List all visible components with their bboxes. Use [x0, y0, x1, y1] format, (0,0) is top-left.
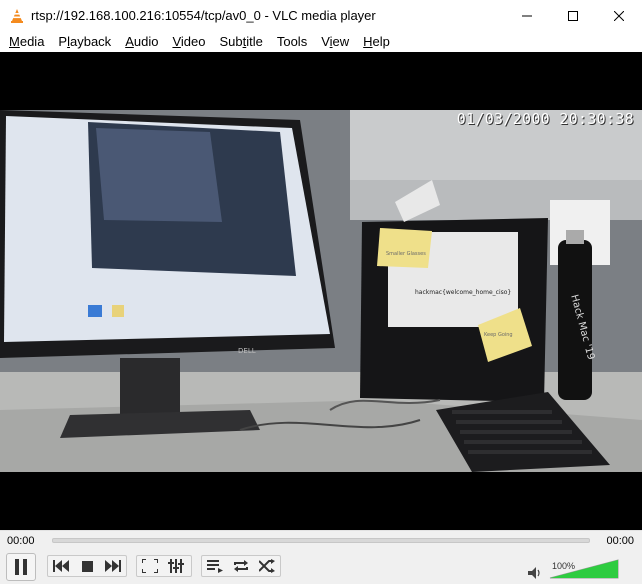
menu-item-tools[interactable]: Tools: [270, 31, 314, 52]
maximize-button[interactable]: [550, 0, 596, 31]
playlist-button[interactable]: [203, 555, 227, 577]
menu-accelerator: V: [172, 34, 181, 49]
camera-scene: DELL hackmac{welcome_home_ciso} Smaller …: [0, 110, 642, 472]
sticky-note-2: Keep Going: [484, 332, 513, 338]
random-button[interactable]: [255, 555, 279, 577]
elapsed-time[interactable]: 00:00: [7, 535, 35, 547]
loop-icon: [234, 560, 248, 572]
speaker-icon[interactable]: [528, 567, 542, 579]
menu-accelerator: i: [329, 34, 333, 49]
vlc-cone-icon: [11, 8, 23, 23]
sticky-note-1: Smaller Glasses: [386, 251, 426, 257]
menu-item-help[interactable]: Help: [356, 31, 397, 52]
previous-button[interactable]: [49, 555, 73, 577]
fullscreen-icon: [142, 559, 158, 573]
maximize-icon: [568, 10, 578, 21]
menu-accelerator: H: [363, 34, 373, 49]
shuffle-icon: [259, 559, 275, 573]
video-frame: DELL hackmac{welcome_home_ciso} Smaller …: [0, 110, 642, 472]
video-area[interactable]: DELL hackmac{welcome_home_ciso} Smaller …: [0, 52, 642, 530]
pause-icon: [15, 559, 27, 575]
menu-accelerator: A: [125, 34, 134, 49]
volume-slider[interactable]: [548, 558, 620, 580]
menu-accelerator: l: [67, 34, 70, 49]
previous-icon: [53, 560, 69, 572]
minimize-icon: [522, 15, 532, 16]
pause-button[interactable]: [6, 553, 36, 581]
menu-item-media[interactable]: Media: [2, 31, 51, 52]
seek-slider[interactable]: [52, 538, 590, 543]
window-title: rtsp://192.168.100.216:10554/tcp/av0_0 -…: [31, 8, 376, 23]
playlist-icon: [207, 559, 223, 573]
menu-item-audio[interactable]: Audio: [118, 31, 165, 52]
menu-accelerator: t: [242, 34, 247, 49]
extended-settings-button[interactable]: [164, 555, 188, 577]
stop-icon: [81, 560, 93, 572]
menu-item-view[interactable]: View: [314, 31, 356, 52]
menu-accelerator: M: [9, 34, 20, 49]
note-label: hackmac{welcome_home_ciso}: [415, 289, 511, 296]
osd-timestamp: 01/03/2000 20:30:38: [456, 110, 634, 128]
title-bar: rtsp://192.168.100.216:10554/tcp/av0_0 -…: [0, 0, 642, 31]
loop-button[interactable]: [229, 555, 253, 577]
menu-item-video[interactable]: Video: [165, 31, 212, 52]
menu-item-subtitle[interactable]: Subtitle: [212, 31, 269, 52]
next-button[interactable]: [101, 555, 125, 577]
equalizer-icon: [168, 559, 184, 573]
close-icon: [614, 10, 624, 21]
minimize-button[interactable]: [504, 0, 550, 31]
total-time[interactable]: 00:00: [606, 535, 634, 547]
close-button[interactable]: [596, 0, 642, 31]
controls-panel: 00:00 00:00 100%: [0, 530, 642, 584]
fullscreen-button[interactable]: [138, 555, 162, 577]
next-icon: [105, 560, 121, 572]
menu-bar: Media Playback Audio Video Subtitle Tools View…: [0, 31, 642, 52]
stop-button[interactable]: [75, 555, 99, 577]
monitor-brand: DELL: [238, 347, 256, 355]
menu-item-playback[interactable]: Playback: [51, 31, 118, 52]
